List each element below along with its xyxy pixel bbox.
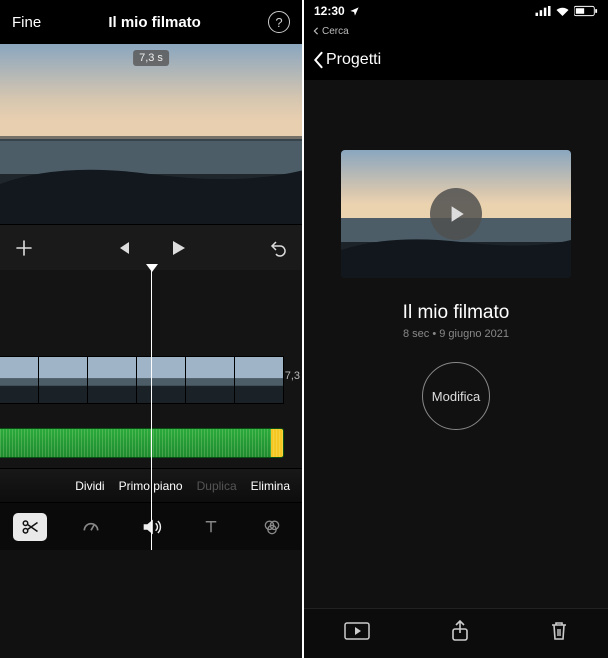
chevron-left-icon xyxy=(312,51,324,69)
text-tool[interactable] xyxy=(194,513,228,541)
back-to-app[interactable]: Cerca xyxy=(304,22,608,40)
back-label: Progetti xyxy=(326,51,381,69)
play-icon xyxy=(445,203,467,225)
play-overlay[interactable] xyxy=(430,188,482,240)
editor-pane: Fine Il mio filmato ? 7,3 s xyxy=(0,0,304,658)
speedometer-icon xyxy=(81,517,101,537)
speed-tool[interactable] xyxy=(74,513,108,541)
skip-back-icon xyxy=(114,239,132,257)
cut-tool[interactable] xyxy=(13,513,47,541)
play-icon xyxy=(168,238,188,258)
bottom-bar xyxy=(304,608,608,658)
playhead[interactable] xyxy=(151,270,152,550)
clip-thumbnail xyxy=(0,357,39,403)
project-title: Il mio filmato xyxy=(403,302,510,324)
timeline[interactable]: 7,3 Dividi Primo piano Duplica Elimina xyxy=(0,270,302,550)
project-title-header: Il mio filmato xyxy=(108,14,201,31)
help-button[interactable]: ? xyxy=(268,11,290,33)
delete-button[interactable]: Elimina xyxy=(251,479,290,493)
text-icon xyxy=(202,518,220,536)
preview-image xyxy=(0,44,302,224)
video-clip[interactable] xyxy=(0,356,284,404)
audio-clip[interactable] xyxy=(0,428,284,458)
clip-end-time: 7,3 xyxy=(285,370,300,382)
share-button[interactable] xyxy=(451,620,469,647)
play-rect-icon xyxy=(344,621,370,641)
delete-project-button[interactable] xyxy=(550,620,568,647)
project-meta: 8 sec • 9 giugno 2021 xyxy=(403,328,509,340)
editor-header: Fine Il mio filmato ? xyxy=(0,0,302,44)
status-time: 12:30 xyxy=(314,4,345,18)
scissors-icon xyxy=(21,518,39,536)
back-app-label: Cerca xyxy=(322,26,349,37)
undo-button[interactable] xyxy=(268,238,288,258)
split-button[interactable]: Dividi xyxy=(75,479,104,493)
duration-badge: 7,3 s xyxy=(133,50,169,66)
skip-start-button[interactable] xyxy=(114,239,132,257)
cellular-icon xyxy=(535,6,551,16)
filters-icon xyxy=(262,517,282,537)
play-project-button[interactable] xyxy=(344,621,370,646)
clip-thumbnail xyxy=(39,357,88,403)
done-button[interactable]: Fine xyxy=(12,14,41,31)
back-button[interactable]: Progetti xyxy=(312,51,381,69)
nav-header: Progetti xyxy=(304,40,608,80)
audio-clip-tail xyxy=(271,429,283,457)
undo-icon xyxy=(268,238,288,258)
share-icon xyxy=(451,620,469,642)
question-icon: ? xyxy=(275,15,282,30)
status-bar: 12:30 xyxy=(304,0,608,22)
clip-thumbnail xyxy=(235,357,284,403)
filters-tool[interactable] xyxy=(255,513,289,541)
trash-icon xyxy=(550,620,568,642)
edit-label: Modifica xyxy=(432,389,480,404)
duplicate-button[interactable]: Duplica xyxy=(197,479,237,493)
edit-button[interactable]: Modifica xyxy=(422,362,490,430)
clip-thumbnail xyxy=(137,357,186,403)
wifi-icon xyxy=(555,6,570,17)
battery-icon xyxy=(574,5,598,17)
clip-thumbnail xyxy=(88,357,137,403)
project-body: Il mio filmato 8 sec • 9 giugno 2021 Mod… xyxy=(304,80,608,430)
plus-icon xyxy=(14,238,34,258)
video-preview[interactable]: 7,3 s xyxy=(0,44,302,224)
add-media-button[interactable] xyxy=(14,238,34,258)
clip-thumbnail xyxy=(186,357,235,403)
project-thumbnail[interactable] xyxy=(341,150,571,278)
project-pane: 12:30 Cerca Progetti xyxy=(304,0,608,658)
play-button[interactable] xyxy=(168,238,188,258)
location-icon xyxy=(349,6,360,17)
chevron-left-icon xyxy=(312,27,320,35)
